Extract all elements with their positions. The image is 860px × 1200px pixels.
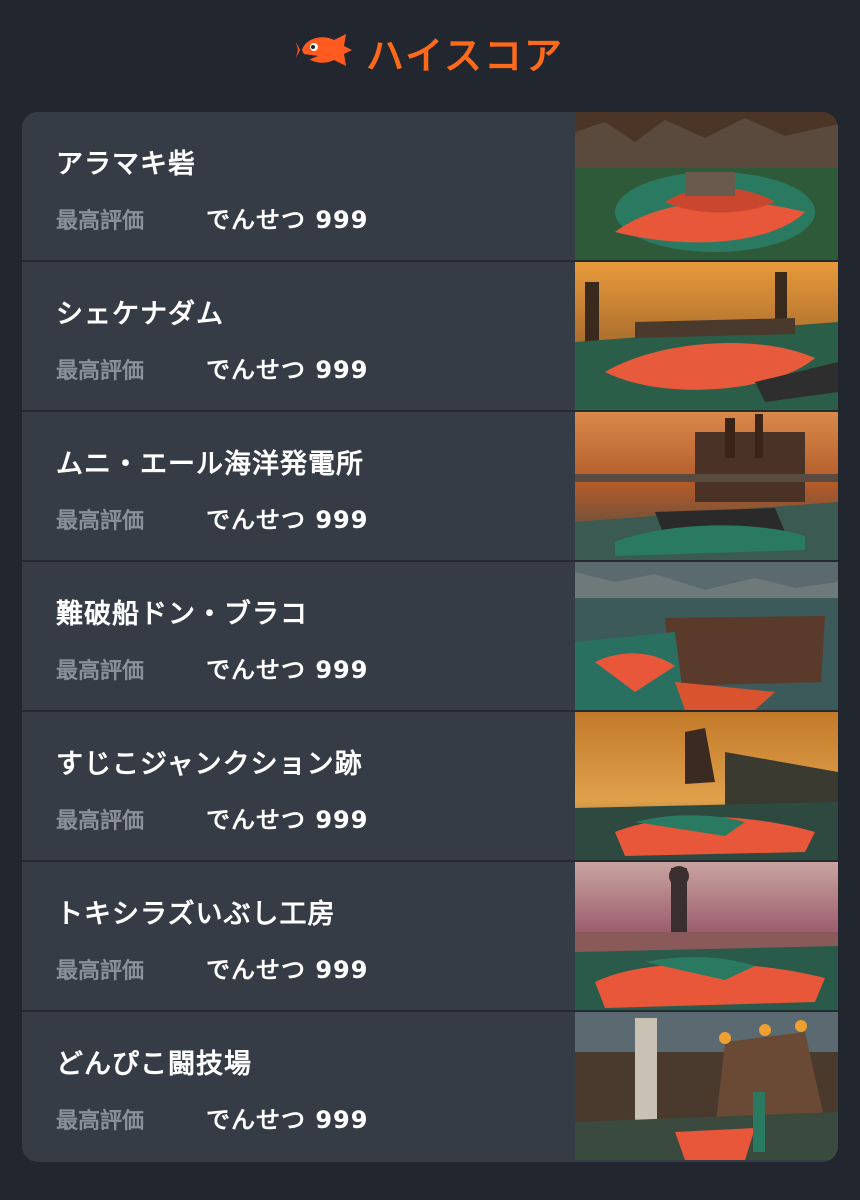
score-value: でんせつ 999 [206, 506, 369, 534]
salmon-fish-icon [295, 30, 354, 74]
stage-name: シェケナダム [56, 299, 224, 330]
score-value: でんせつ 999 [206, 356, 369, 384]
score-line: 最高評価 でんせつ 999 [56, 950, 368, 985]
stage-row[interactable]: トキシラズいぶし工房 最高評価 でんせつ 999 [22, 862, 838, 1012]
stage-row[interactable]: どんぴこ闘技場 最高評価 でんせつ 999 [22, 1012, 838, 1162]
page-title: ハイスコア [365, 33, 565, 78]
score-label: 最高評価 [56, 809, 145, 834]
stage-name: すじこジャンクション跡 [56, 749, 363, 780]
score-value: でんせつ 999 [206, 956, 369, 984]
stage-list: アラマキ砦 最高評価 でんせつ 999 シェケナダム 最高評価 でんせつ 999 [22, 112, 838, 1162]
stage-thumbnail [575, 562, 838, 710]
stage-row[interactable]: アラマキ砦 最高評価 でんせつ 999 [22, 112, 838, 262]
score-value: でんせつ 999 [206, 656, 369, 684]
stage-row[interactable]: ムニ・エール海洋発電所 最高評価 でんせつ 999 [22, 412, 838, 562]
score-line: 最高評価 でんせつ 999 [56, 1100, 368, 1135]
stage-thumbnail [575, 712, 838, 860]
stage-row[interactable]: シェケナダム 最高評価 でんせつ 999 [22, 262, 838, 412]
score-line: 最高評価 でんせつ 999 [56, 650, 368, 685]
score-value: でんせつ 999 [206, 1106, 369, 1134]
score-label: 最高評価 [56, 509, 145, 534]
score-label: 最高評価 [56, 1109, 145, 1134]
stage-name: 難破船ドン・ブラコ [56, 599, 308, 630]
stage-thumbnail [575, 412, 838, 560]
score-line: 最高評価 でんせつ 999 [56, 500, 368, 535]
stage-thumbnail [575, 862, 838, 1010]
stage-name: トキシラズいぶし工房 [56, 899, 336, 930]
score-label: 最高評価 [56, 659, 145, 684]
stage-name: アラマキ砦 [56, 149, 196, 180]
score-value: でんせつ 999 [206, 206, 369, 234]
stage-row[interactable]: すじこジャンクション跡 最高評価 でんせつ 999 [22, 712, 838, 862]
header-inner: ハイスコア [295, 25, 565, 80]
score-line: 最高評価 でんせつ 999 [56, 800, 368, 835]
stage-thumbnail [575, 1012, 838, 1160]
score-value: でんせつ 999 [206, 806, 369, 834]
stage-name: どんぴこ闘技場 [56, 1049, 252, 1080]
score-label: 最高評価 [56, 209, 145, 234]
stage-row[interactable]: 難破船ドン・ブラコ 最高評価 でんせつ 999 [22, 562, 838, 712]
stage-thumbnail [575, 112, 838, 260]
score-line: 最高評価 でんせつ 999 [56, 200, 368, 235]
score-line: 最高評価 でんせつ 999 [56, 350, 368, 385]
page-header: ハイスコア [0, 0, 860, 112]
stage-thumbnail [575, 262, 838, 410]
stage-name: ムニ・エール海洋発電所 [56, 449, 364, 480]
score-label: 最高評価 [56, 959, 145, 984]
score-label: 最高評価 [56, 359, 145, 384]
